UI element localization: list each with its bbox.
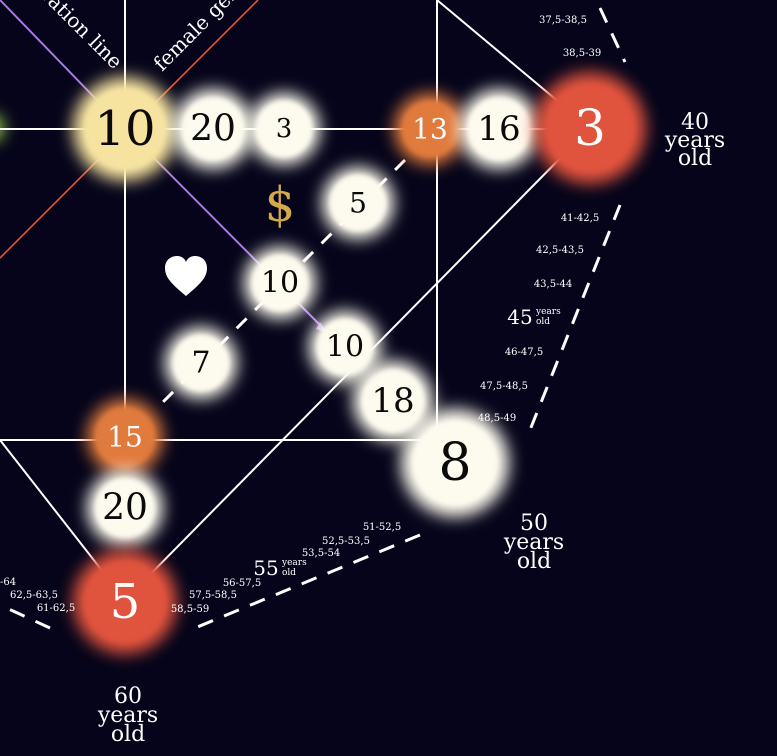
node-value: 8 <box>438 433 471 493</box>
node-value: 13 <box>412 113 448 146</box>
age-label-45: 45 years old <box>507 305 561 329</box>
tick-label: 41-42,5 <box>561 213 599 224</box>
life-diagram: ration line female gen 10 20 3 13 16 35101071… <box>0 0 725 747</box>
node-value: 20 <box>102 488 148 529</box>
node-light: 10 <box>244 247 316 319</box>
node-value: 10 <box>326 330 364 365</box>
tick-label: 38,5-39 <box>563 48 601 59</box>
node-value: 7 <box>191 346 210 381</box>
svg-text:old: old <box>517 549 551 574</box>
age-label-60: 60 years old <box>97 684 158 747</box>
node-light: 20 <box>173 89 253 169</box>
tick-label: -64 <box>0 577 16 588</box>
tick-label: 58,5-59 <box>171 604 209 615</box>
node-red: 3 <box>534 72 646 184</box>
node-red: 5 <box>73 550 177 654</box>
age-label-40: 40 years old <box>664 110 725 171</box>
node-orange: 15 <box>87 399 163 475</box>
svg-text:old: old <box>536 317 550 327</box>
node-light: 20 <box>87 470 163 546</box>
node-light: 7 <box>165 327 237 399</box>
node-value: 3 <box>276 114 293 144</box>
node-orange: 13 <box>394 93 466 165</box>
node-value: 5 <box>349 187 367 220</box>
heart-icon <box>165 256 207 296</box>
tick-label: 43,5-44 <box>534 279 572 290</box>
tick-label: 61-62,5 <box>37 603 75 614</box>
female-generation-label: female gen <box>149 0 245 76</box>
node-value: 20 <box>190 109 236 150</box>
dollar-icon: $ <box>265 177 296 233</box>
node-gold: 10 <box>73 77 177 181</box>
tick-label: 53,5-54 <box>302 548 340 559</box>
nodes-layer: 10 20 3 13 16 3 5 10 10 7 18 8 15 20 5 <box>73 72 646 654</box>
node-value: 3 <box>574 99 606 157</box>
node-value: 5 <box>110 574 141 630</box>
svg-text:years: years <box>535 307 561 317</box>
tick-label: 52,5-53,5 <box>322 536 370 547</box>
svg-text:old: old <box>282 568 296 578</box>
node-light: 3 <box>248 93 320 165</box>
svg-text:years: years <box>281 558 307 568</box>
node-light: 5 <box>322 167 394 239</box>
node-value: 15 <box>107 421 143 454</box>
generation-line-label: ration line <box>36 0 127 74</box>
svg-text:old: old <box>678 146 712 171</box>
node-value: 16 <box>477 109 520 149</box>
svg-text:old: old <box>111 722 145 747</box>
svg-text:55: 55 <box>253 556 278 580</box>
node-light: 16 <box>459 89 539 169</box>
tick-label: 62,5-63,5 <box>10 590 58 601</box>
tick-label: 46-47,5 <box>505 347 543 358</box>
tick-label: 56-57,5 <box>223 578 261 589</box>
tick-label: 37,5-38,5 <box>539 15 587 26</box>
node-value: 10 <box>261 266 299 301</box>
age-label-55: 55 years old <box>253 556 307 580</box>
node-value: 10 <box>94 101 155 157</box>
svg-text:45: 45 <box>507 305 532 329</box>
tick-label: 47,5-48,5 <box>480 381 528 392</box>
node-light: 8 <box>401 409 509 517</box>
tick-label: 48,5-49 <box>478 413 516 424</box>
node-value: 18 <box>371 381 414 421</box>
tick-label: 51-52,5 <box>363 522 401 533</box>
tick-label: 57,5-58,5 <box>189 590 237 601</box>
age-label-50: 50 years old <box>503 511 564 574</box>
tick-label: 42,5-43,5 <box>536 245 584 256</box>
